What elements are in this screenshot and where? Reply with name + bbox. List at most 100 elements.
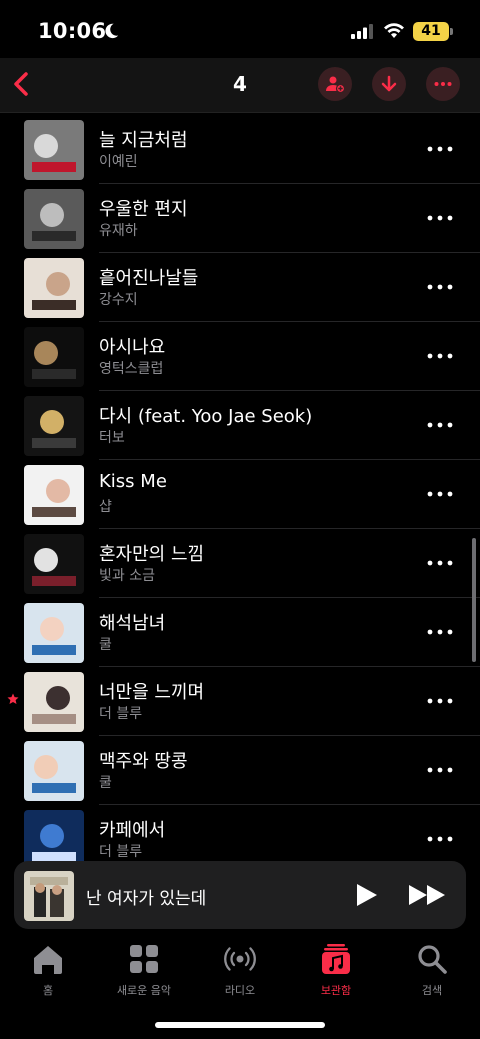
download-button[interactable] [372,67,406,101]
song-artist: 영턱스클럽 [99,361,164,377]
song-artist: 샵 [99,499,112,515]
tab-library[interactable]: 보관함 [288,942,384,998]
album-artwork [24,396,84,456]
fast-forward-icon[interactable] [407,881,447,909]
song-artist: 더 블루 [99,844,143,860]
tab-radio[interactable]: 라디오 [192,942,288,998]
song-title: 늘 지금처럼 [99,130,188,151]
status-time: 10:06 [38,19,107,43]
library-icon [322,944,350,974]
song-more-ellipsis-icon[interactable] [424,556,456,570]
song-row[interactable]: 늘 지금처럼이예린 [0,113,480,184]
song-artist: 쿨 [99,637,112,653]
tab-home[interactable]: 홈 [0,942,96,998]
tab-search[interactable]: 검색 [384,942,480,998]
song-more-ellipsis-icon[interactable] [424,211,456,225]
tab-new-music-label: 새로운 음악 [116,984,172,997]
song-title: 카페에서 [99,820,166,841]
song-row[interactable]: 맥주와 땅콩쿨 [0,736,480,805]
song-artist: 강수지 [99,292,138,308]
song-title: 흩어진나날들 [99,268,199,289]
ellipsis-icon [434,82,452,86]
song-row-content: 흩어진나날들강수지 [0,253,480,322]
song-artist: 쿨 [99,775,112,791]
tab-radio-label: 라디오 [224,984,256,997]
tab-new-music[interactable]: 새로운 음악 [96,942,192,998]
favorite-star-icon [7,693,19,704]
song-row-content: 늘 지금처럼이예린 [0,115,480,184]
song-artist: 이예린 [99,154,138,170]
cellular-signal-icon [351,24,373,39]
song-row[interactable]: 너만을 느끼며더 블루 [0,667,480,736]
song-row-content: Kiss Me 샵 [0,460,480,529]
album-artwork [24,741,84,801]
song-row-content: 다시 (feat. Yoo Jae Seok) 터보 [0,391,480,460]
person-add-icon [326,76,345,94]
song-row[interactable]: 아시나요영턱스클럽 [0,322,480,391]
album-artwork [24,189,84,249]
song-row-content: 아시나요영턱스클럽 [0,322,480,391]
song-title: 아시나요 [99,337,166,358]
album-artwork [24,672,84,732]
song-title: 혼자만의 느낌 [99,544,205,565]
album-artwork [24,810,84,863]
song-row[interactable]: 우울한 편지유재하 [0,184,480,253]
tab-search-label: 검색 [421,984,443,997]
mini-player[interactable]: 난 여자가 있는데 [14,861,466,929]
song-row[interactable]: 흩어진나날들강수지 [0,253,480,322]
song-row-content: 맥주와 땅콩쿨 [0,736,480,805]
song-artist: 유재하 [99,223,138,239]
now-playing-title: 난 여자가 있는데 [86,889,207,909]
song-more-ellipsis-icon[interactable] [424,832,456,846]
song-row-content: 카페에서더 블루 [0,805,480,863]
now-playing-artwork [24,871,74,921]
song-row-content: 해석남녀쿨 [0,598,480,667]
song-more-ellipsis-icon[interactable] [424,280,456,294]
song-row[interactable]: 혼자만의 느낌빛과 소금 [0,529,480,598]
song-artist: 더 블루 [99,706,143,722]
song-more-ellipsis-icon[interactable] [424,694,456,708]
song-list[interactable]: 늘 지금처럼이예린우울한 편지유재하흩어진나날들강수지아시나요영턱스클럽다시 (… [0,113,480,863]
add-collaborator-button[interactable] [318,67,352,101]
song-row-content: 너만을 느끼며더 블루 [0,667,480,736]
song-artist: 빛과 소금 [99,568,155,584]
song-title: 너만을 느끼며 [99,682,205,703]
more-options-button[interactable] [426,67,460,101]
status-bar: 10:06 41 [0,0,480,58]
song-more-ellipsis-icon[interactable] [424,418,456,432]
song-title: 해석남녀 [99,613,166,634]
song-more-ellipsis-icon[interactable] [424,487,456,501]
album-artwork [24,327,84,387]
song-more-ellipsis-icon[interactable] [424,142,456,156]
album-artwork [24,258,84,318]
battery-indicator: 41 [413,22,449,41]
grid-icon [130,945,158,973]
song-more-ellipsis-icon[interactable] [424,349,456,363]
song-title: 우울한 편지 [99,199,188,220]
home-indicator [155,1022,325,1028]
song-row-content: 혼자만의 느낌빛과 소금 [0,529,480,598]
album-artwork [24,534,84,594]
song-row[interactable]: 다시 (feat. Yoo Jae Seok) 터보 [0,391,480,460]
home-icon [34,946,62,974]
song-row[interactable]: 해석남녀쿨 [0,598,480,667]
download-arrow-icon [381,75,397,92]
play-icon[interactable] [352,881,380,909]
radio-icon [224,947,256,971]
moon-icon [105,23,119,39]
song-title: 맥주와 땅콩 [99,751,188,772]
page-title: 4 [233,72,247,96]
tab-library-label: 보관함 [320,984,352,997]
tab-home-label: 홈 [42,984,54,997]
wifi-icon [384,23,404,38]
album-artwork [24,603,84,663]
song-row-content: 우울한 편지유재하 [0,184,480,253]
song-more-ellipsis-icon[interactable] [424,763,456,777]
battery-tip [450,28,453,35]
nav-bar: 4 [0,58,480,113]
album-artwork [24,465,84,525]
song-more-ellipsis-icon[interactable] [424,625,456,639]
scrollbar[interactable] [472,538,476,662]
song-row[interactable]: Kiss Me 샵 [0,460,480,529]
song-row[interactable]: 카페에서더 블루 [0,805,480,863]
